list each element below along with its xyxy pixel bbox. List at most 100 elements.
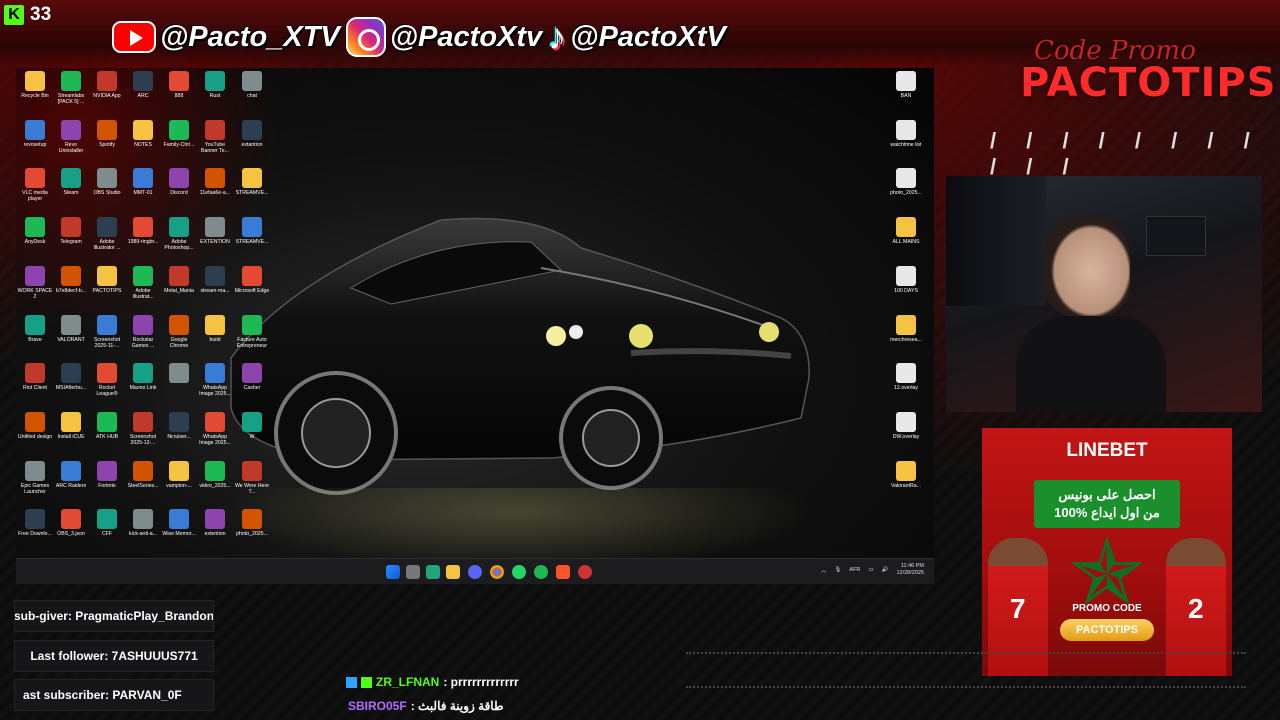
desktop-icon[interactable]: Rockstar Games ... <box>125 314 161 349</box>
desktop-icon[interactable]: Casher <box>234 363 270 391</box>
desktop-icon[interactable]: W <box>234 411 270 440</box>
desktop-icon[interactable]: revosetup <box>17 119 53 148</box>
taskbar-chrome-icon[interactable] <box>490 565 504 579</box>
desktop-icon-label: EXTENTION <box>200 239 230 246</box>
network-icon[interactable]: ▭ <box>868 567 873 573</box>
desktop-icon[interactable]: NOTES <box>125 119 161 148</box>
desktop-icon[interactable]: kick-anti-a... <box>125 509 161 537</box>
desktop-icon[interactable]: 888 <box>161 71 197 99</box>
desktop-icon[interactable]: NVIDIA App <box>89 71 125 99</box>
desktop-icon[interactable]: extention <box>197 509 233 537</box>
desktop-icon[interactable]: CFF <box>89 509 125 537</box>
desktop-icon[interactable]: Wise Memor... <box>161 509 197 537</box>
desktop-icon[interactable]: SteelSeries... <box>125 460 161 489</box>
taskbar-brave-icon[interactable] <box>556 565 570 579</box>
desktop-icon[interactable]: EXTENTION <box>197 217 233 245</box>
taskbar-widgets-icon[interactable] <box>426 565 440 579</box>
desktop-icon[interactable]: Microsoft Edge <box>234 265 270 294</box>
desktop-icon[interactable]: YouTube Banner Te... <box>197 119 233 154</box>
chat-username[interactable]: SBIRO05F <box>348 699 407 713</box>
desktop-icon[interactable]: AnyDesk <box>17 217 53 245</box>
desktop-icon[interactable]: WORK SPACE 2 <box>17 265 53 300</box>
desktop-icon[interactable]: Screenshot 2025-11-... <box>89 314 125 349</box>
desktop-icon[interactable]: PACTOTIPS <box>89 265 125 294</box>
desktop-icon[interactable]: Facture Auto Entrepreneur <box>234 314 270 349</box>
taskbar-clock[interactable]: 11:46 PM 12/28/2025 <box>896 563 924 577</box>
desktop-icon[interactable]: We Were Here T... <box>234 460 270 495</box>
sponsor-ad[interactable]: LINEBET احصل على بونيس 100% من اول ايداع… <box>982 428 1232 676</box>
desktop-icon[interactable]: build <box>197 314 233 343</box>
taskbar-snip-icon[interactable] <box>578 565 592 579</box>
desktop-icon[interactable]: Screenshot 2025-12-... <box>125 411 161 446</box>
chat-username[interactable]: ZR_LFNAN <box>376 675 439 689</box>
desktop-icon[interactable]: Rust <box>197 71 233 99</box>
desktop-icon[interactable]: Streamlabs [PACK 5] ... <box>53 71 89 105</box>
desktop-icon[interactable]: ALL MAINS <box>888 217 924 245</box>
desktop-icon[interactable]: MSIAfterbu... <box>53 363 89 391</box>
desktop-icon[interactable]: Revo Uninstaller <box>53 119 89 154</box>
desktop-icon[interactable]: photo_2025... <box>234 509 270 537</box>
desktop-icon[interactable]: Discord <box>161 168 197 196</box>
desktop-icon[interactable]: vampion-... <box>161 460 197 489</box>
taskbar-explorer-icon[interactable] <box>446 565 460 579</box>
start-button[interactable] <box>386 565 400 579</box>
desktop-icon[interactable]: Install iCUE <box>53 411 89 440</box>
desktop-icon[interactable]: ATK HUB <box>89 411 125 440</box>
desktop-icon[interactable]: Spotify <box>89 119 125 148</box>
desktop-icon[interactable]: Steam <box>53 168 89 196</box>
desktop-icon[interactable]: video_2025... <box>197 460 233 489</box>
desktop-icon[interactable]: Riot Client <box>17 363 53 391</box>
desktop-icon[interactable]: BAN <box>888 71 924 99</box>
desktop-icon[interactable]: WhatsApp Image 2025... <box>197 363 233 397</box>
desktop-icon[interactable]: 1989-ringbr... <box>125 217 161 245</box>
desktop-icon[interactable]: STREAMVE... <box>234 217 270 245</box>
desktop-icon[interactable]: STREAMVE... <box>234 168 270 196</box>
desktop-icon[interactable] <box>161 363 197 385</box>
desktop-icon[interactable]: ARC Raiders <box>53 460 89 489</box>
desktop-icon[interactable]: Free Downlo... <box>17 509 53 537</box>
desktop-icon[interactable]: DW.overlay <box>888 411 924 440</box>
taskbar-whatsapp-icon[interactable] <box>512 565 526 579</box>
volume-icon[interactable]: 🔊 <box>882 567 889 573</box>
desktop-icon[interactable]: 100 DAYS <box>888 265 924 294</box>
desktop-icon[interactable]: b7e8decf-b... <box>53 265 89 294</box>
desktop-icon[interactable]: OBS_3.json <box>53 509 89 537</box>
taskbar-files-icon[interactable] <box>406 565 420 579</box>
desktop-icon[interactable]: Rocket League® <box>89 363 125 397</box>
desktop-icon[interactable]: Family-Chri... <box>161 119 197 148</box>
desktop-icon[interactable]: OBS Studio <box>89 168 125 196</box>
desktop-icon[interactable]: Adobe Illustrator ... <box>89 217 125 251</box>
taskbar-spotify-icon[interactable] <box>534 565 548 579</box>
desktop-icon[interactable]: Telegram <box>53 217 89 245</box>
desktop-icon[interactable]: merchresea... <box>888 314 924 343</box>
desktop-icon[interactable]: watchtime list <box>888 119 924 148</box>
desktop-icon[interactable]: photo_2025... <box>888 168 924 196</box>
desktop-icon[interactable]: Recycle Bin <box>17 71 53 99</box>
desktop-icon[interactable]: extantion <box>234 119 270 148</box>
desktop-icon[interactable]: VALORANT <box>53 314 89 343</box>
desktop-icon[interactable]: Ncruiser... <box>161 411 197 440</box>
desktop-icon[interactable]: Untitled design <box>17 411 53 440</box>
desktop-icon[interactable]: Epic Games Launcher <box>17 460 53 495</box>
desktop-icon[interactable]: Adobe Photoshop... <box>161 217 197 251</box>
ad-promo-code[interactable]: PACTOTIPS <box>1060 619 1154 641</box>
desktop-icon[interactable]: chat <box>234 71 270 99</box>
desktop-icon[interactable]: ARC <box>125 71 161 99</box>
desktop-icon[interactable]: Fortnite <box>89 460 125 489</box>
microphone-icon[interactable]: 🎙 <box>834 567 841 573</box>
desktop-icon[interactable]: WhatsApp Image 2025... <box>197 411 233 446</box>
desktop-icon[interactable]: Adobe Illustrat... <box>125 265 161 300</box>
desktop-icon[interactable]: Metal_Mania <box>161 265 197 294</box>
taskbar-discord-icon[interactable] <box>468 565 482 579</box>
chevron-up-icon[interactable]: ︿ <box>821 566 827 574</box>
desktop-icon[interactable]: VLC media player <box>17 168 53 202</box>
desktop-icon[interactable]: 12.overlay <box>888 363 924 391</box>
desktop-icon[interactable]: stream-ma... <box>197 265 233 294</box>
desktop-icon[interactable]: Google Chrome <box>161 314 197 349</box>
desktop-icon[interactable]: MMT-01 <box>125 168 161 196</box>
language-indicator[interactable]: AFR <box>849 567 860 573</box>
desktop-icon[interactable]: Brave <box>17 314 53 343</box>
desktop-icon[interactable]: ValorantRa... <box>888 460 924 489</box>
desktop-icon[interactable]: Maono Link <box>125 363 161 391</box>
desktop-icon[interactable]: 11efaa6e-a... <box>197 168 233 196</box>
